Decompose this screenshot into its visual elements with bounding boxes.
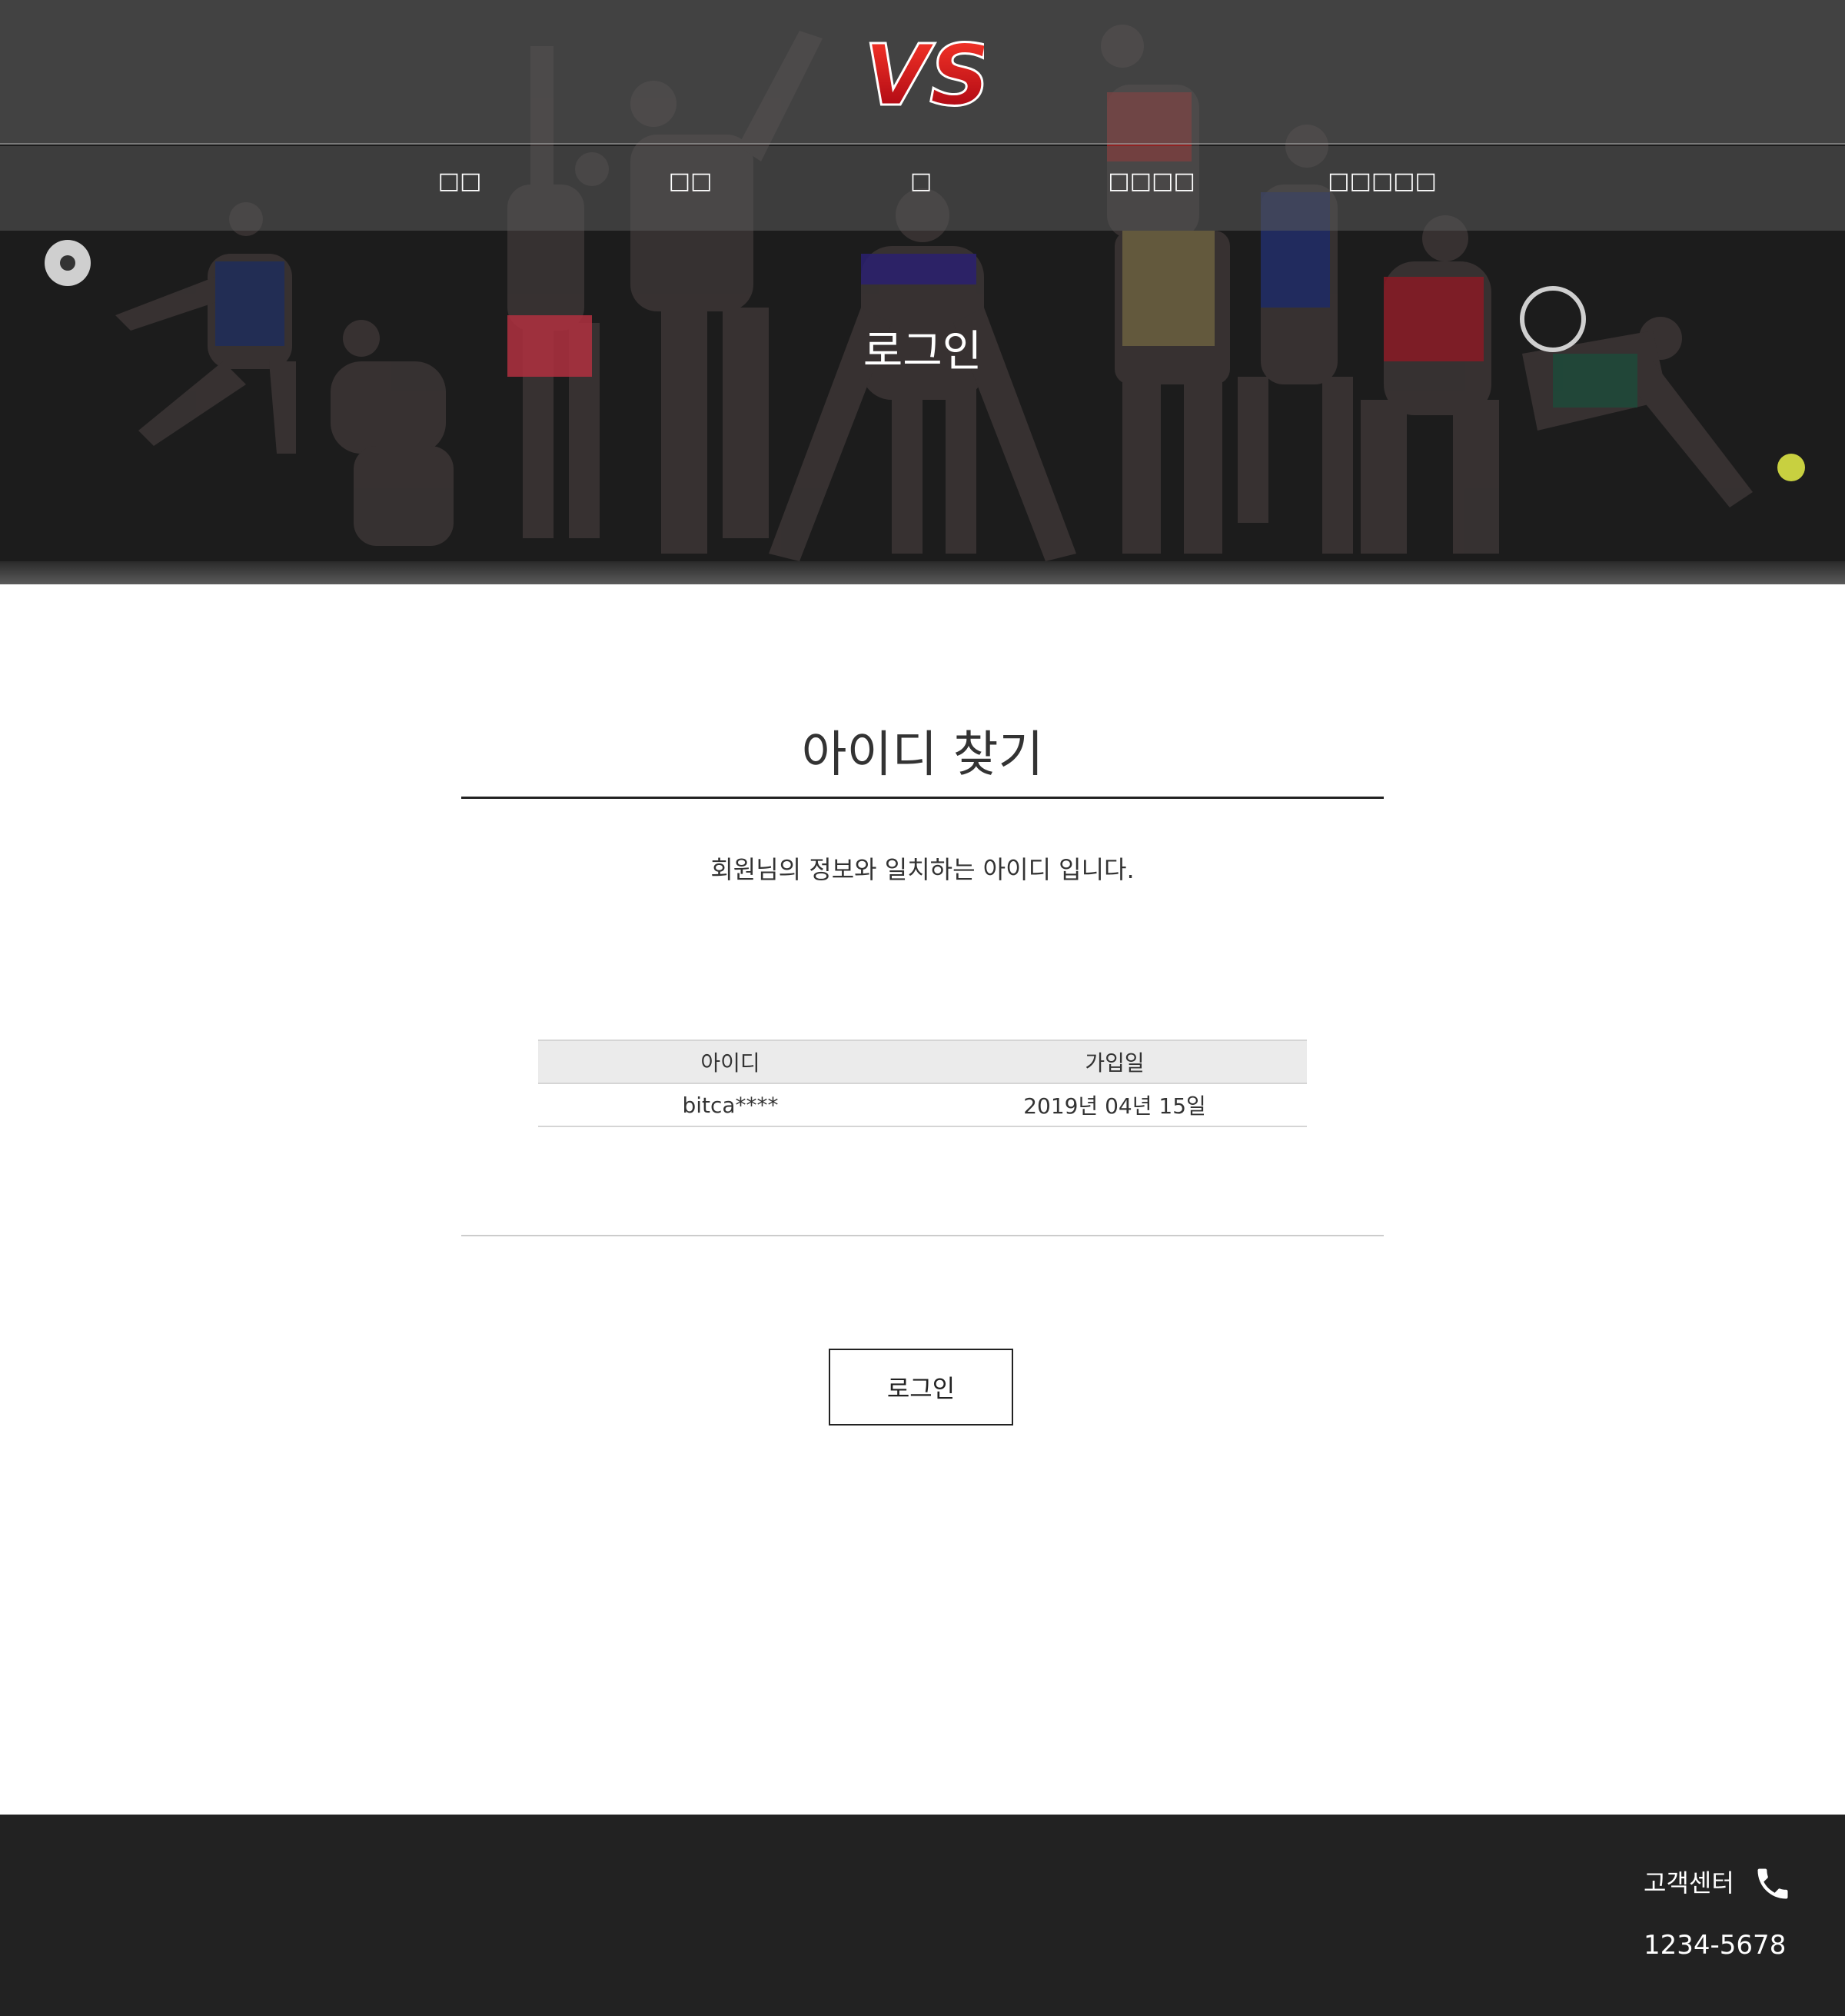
footer bbox=[0, 1815, 1845, 2016]
vs-logo[interactable]: VS bbox=[861, 22, 985, 122]
login-button[interactable]: 로그인 bbox=[829, 1349, 1013, 1426]
page-title: 아이디 찾기 bbox=[801, 727, 1044, 783]
customer-center-label: 고객센터 bbox=[1644, 1868, 1734, 1898]
hero-floor bbox=[0, 561, 1845, 584]
cell-join-date: 2019년 04년 15일 bbox=[922, 1083, 1307, 1127]
svg-text:VS: VS bbox=[864, 26, 984, 121]
column-header-join-date: 가입일 bbox=[922, 1040, 1307, 1084]
phone-icon bbox=[1757, 1868, 1788, 1899]
section-divider bbox=[461, 1235, 1384, 1236]
hero-title: 로그인 bbox=[863, 327, 982, 377]
nav-item-5[interactable]: □□□□□ bbox=[1290, 168, 1474, 195]
customer-center-phone: 1234-5678 bbox=[1644, 1930, 1787, 1961]
column-header-id: 아이디 bbox=[538, 1040, 922, 1084]
id-result-table: 아이디 가입일 bitca**** 2019년 04년 15일 bbox=[538, 1040, 1307, 1127]
table-header-row: 아이디 가입일 bbox=[538, 1040, 1307, 1084]
nav-item-4[interactable]: □□□□ bbox=[1059, 168, 1244, 195]
nav-item-1[interactable]: □□ bbox=[367, 168, 552, 195]
nav-item-3[interactable]: □ bbox=[829, 168, 1013, 195]
result-message: 회원님의 정보와 일치하는 아이디 입니다. bbox=[710, 855, 1135, 884]
title-divider bbox=[461, 797, 1384, 799]
nav-item-2[interactable]: □□ bbox=[598, 168, 783, 195]
table-row: bitca**** 2019년 04년 15일 bbox=[538, 1083, 1307, 1127]
cell-user-id: bitca**** bbox=[538, 1083, 922, 1127]
